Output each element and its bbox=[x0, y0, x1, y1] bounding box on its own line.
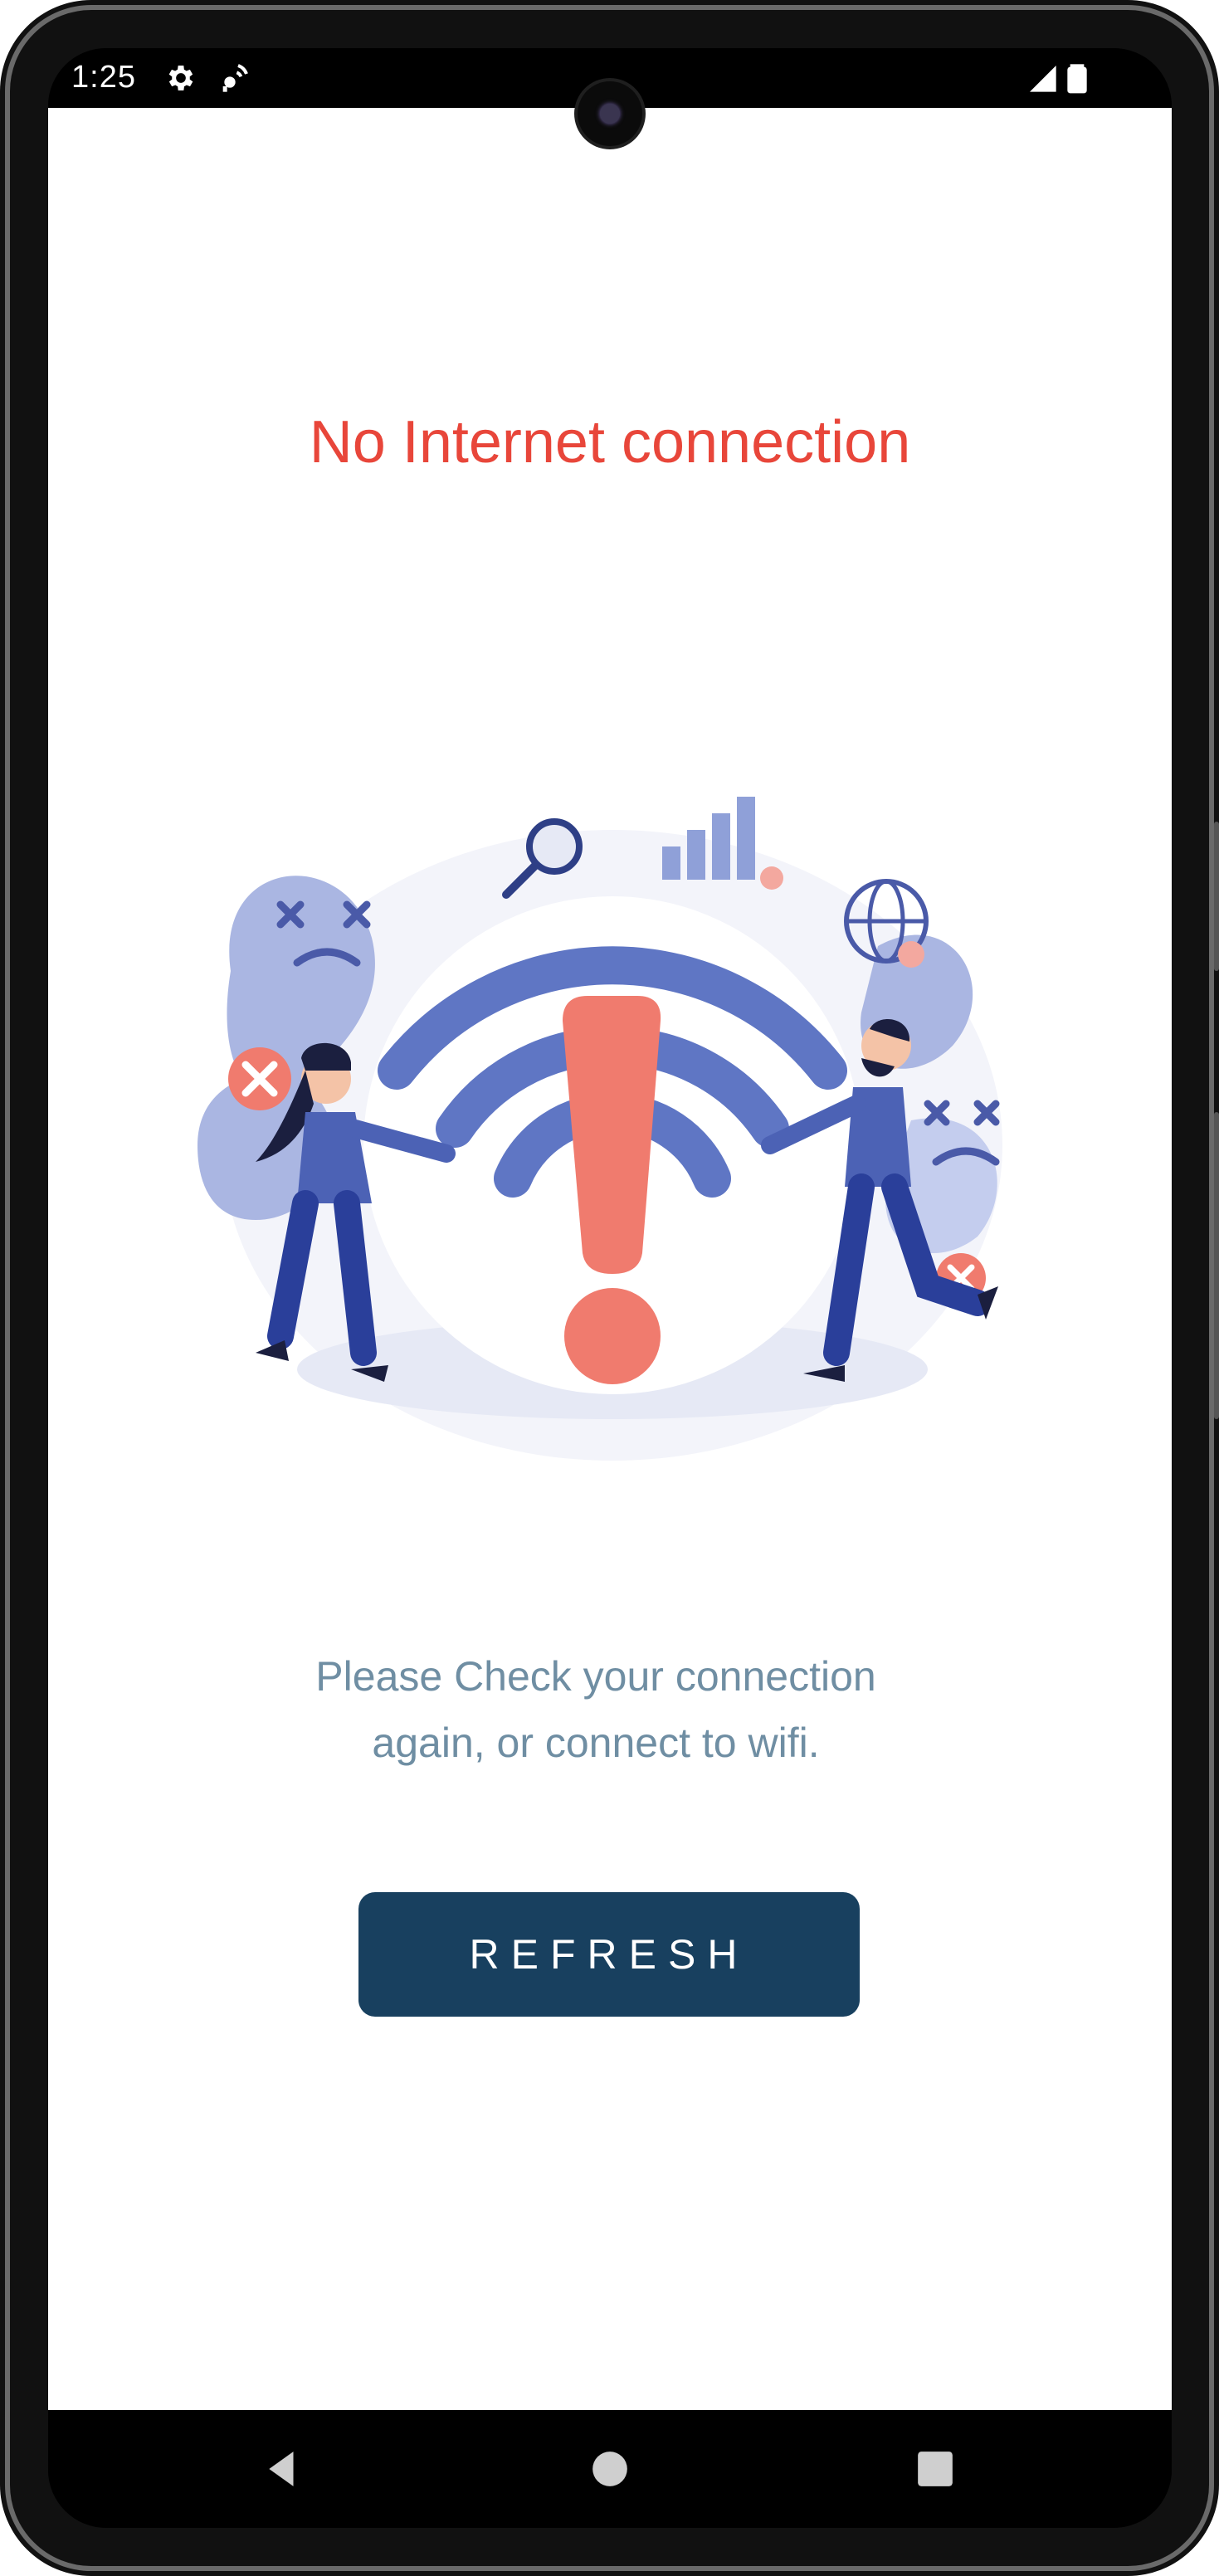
signal-broadcast-icon bbox=[222, 64, 248, 92]
home-icon[interactable] bbox=[589, 2448, 631, 2490]
page-title: No Internet connection bbox=[309, 409, 911, 476]
battery-icon bbox=[1067, 64, 1087, 94]
screen: 1:25 No Internet connection Please Check… bbox=[48, 48, 1172, 2528]
front-camera bbox=[578, 81, 642, 146]
recents-icon[interactable] bbox=[914, 2448, 956, 2490]
back-icon[interactable] bbox=[262, 2448, 304, 2490]
power-button bbox=[1214, 1112, 1219, 1419]
no-wifi-illustration bbox=[197, 797, 1002, 1461]
volume-button bbox=[1214, 822, 1219, 971]
navigation-bar bbox=[48, 2410, 1172, 2528]
refresh-button[interactable]: REFRESH bbox=[358, 1892, 860, 2017]
phone-frame: 1:25 No Internet connection Please Check… bbox=[0, 0, 1219, 2576]
connection-message: Please Check your connection again, or c… bbox=[315, 1653, 876, 1766]
status-time: 1:25 bbox=[71, 60, 136, 95]
settings-icon bbox=[168, 66, 193, 90]
no-connection-screen: No Internet connection Please Check your… bbox=[48, 108, 1172, 2410]
cellular-signal-icon bbox=[1030, 66, 1056, 92]
